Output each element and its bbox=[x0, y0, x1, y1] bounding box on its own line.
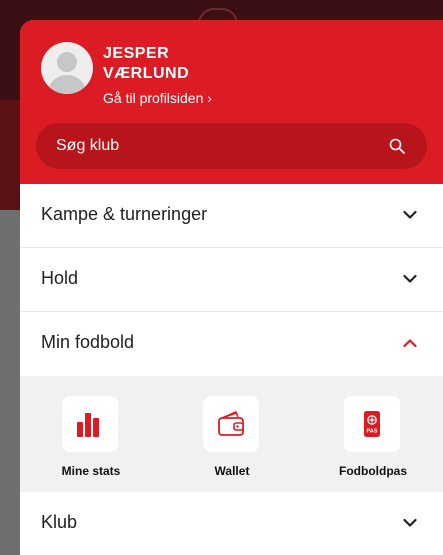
chevron-down-icon bbox=[403, 210, 417, 219]
passport-text: PAS bbox=[367, 429, 378, 435]
tile-wallet[interactable]: Wallet bbox=[182, 376, 282, 492]
tile-icon-box bbox=[62, 396, 118, 452]
menu-item-kampe-turneringer[interactable]: Kampe & turneringer bbox=[20, 184, 443, 248]
search-input[interactable] bbox=[36, 123, 376, 169]
tile-fodboldpas[interactable]: PAS Fodboldpas bbox=[323, 376, 423, 492]
passport-icon: PAS bbox=[364, 411, 380, 437]
wallet-icon bbox=[218, 411, 244, 436]
user-last-name: VÆRLUND bbox=[103, 65, 190, 82]
bar-chart-icon bbox=[77, 413, 99, 437]
navigation-drawer: JESPER VÆRLUND Gå til profilsiden › Kamp… bbox=[20, 20, 443, 555]
min-fodbold-submenu: Mine stats Wallet PAS Fodboldpas bbox=[20, 376, 443, 492]
menu-item-label: Hold bbox=[41, 268, 79, 288]
menu-list: Kampe & turneringer Hold Min fodbold Min… bbox=[20, 184, 443, 555]
menu-item-label: Kampe & turneringer bbox=[41, 204, 208, 224]
avatar-head bbox=[57, 52, 77, 72]
chevron-up-icon bbox=[403, 339, 417, 348]
user-first-name: JESPER bbox=[103, 45, 170, 62]
tile-label: Mine stats bbox=[61, 464, 121, 478]
search-icon[interactable] bbox=[389, 138, 405, 154]
chevron-down-icon bbox=[403, 518, 417, 527]
menu-item-label: Klub bbox=[41, 512, 78, 532]
drawer-header: JESPER VÆRLUND Gå til profilsiden › bbox=[20, 20, 443, 184]
menu-item-label: Min fodbold bbox=[41, 332, 135, 352]
chevron-down-icon bbox=[403, 274, 417, 283]
tile-icon-box bbox=[203, 396, 259, 452]
tile-label: Wallet bbox=[214, 464, 250, 478]
profile-link[interactable]: Gå til profilsiden › bbox=[103, 89, 212, 107]
menu-item-hold[interactable]: Hold bbox=[20, 248, 443, 312]
user-name: JESPER VÆRLUND bbox=[103, 44, 303, 84]
avatar[interactable] bbox=[41, 42, 93, 94]
background-content bbox=[0, 210, 22, 555]
tile-label: Fodboldpas bbox=[339, 464, 407, 478]
tile-mine-stats[interactable]: Mine stats bbox=[41, 376, 141, 492]
search-bar[interactable] bbox=[36, 123, 427, 169]
tile-icon-box: PAS bbox=[344, 396, 400, 452]
menu-item-min-fodbold[interactable]: Min fodbold bbox=[20, 312, 443, 376]
menu-item-klub[interactable]: Klub bbox=[20, 492, 443, 555]
avatar-body bbox=[47, 75, 87, 94]
